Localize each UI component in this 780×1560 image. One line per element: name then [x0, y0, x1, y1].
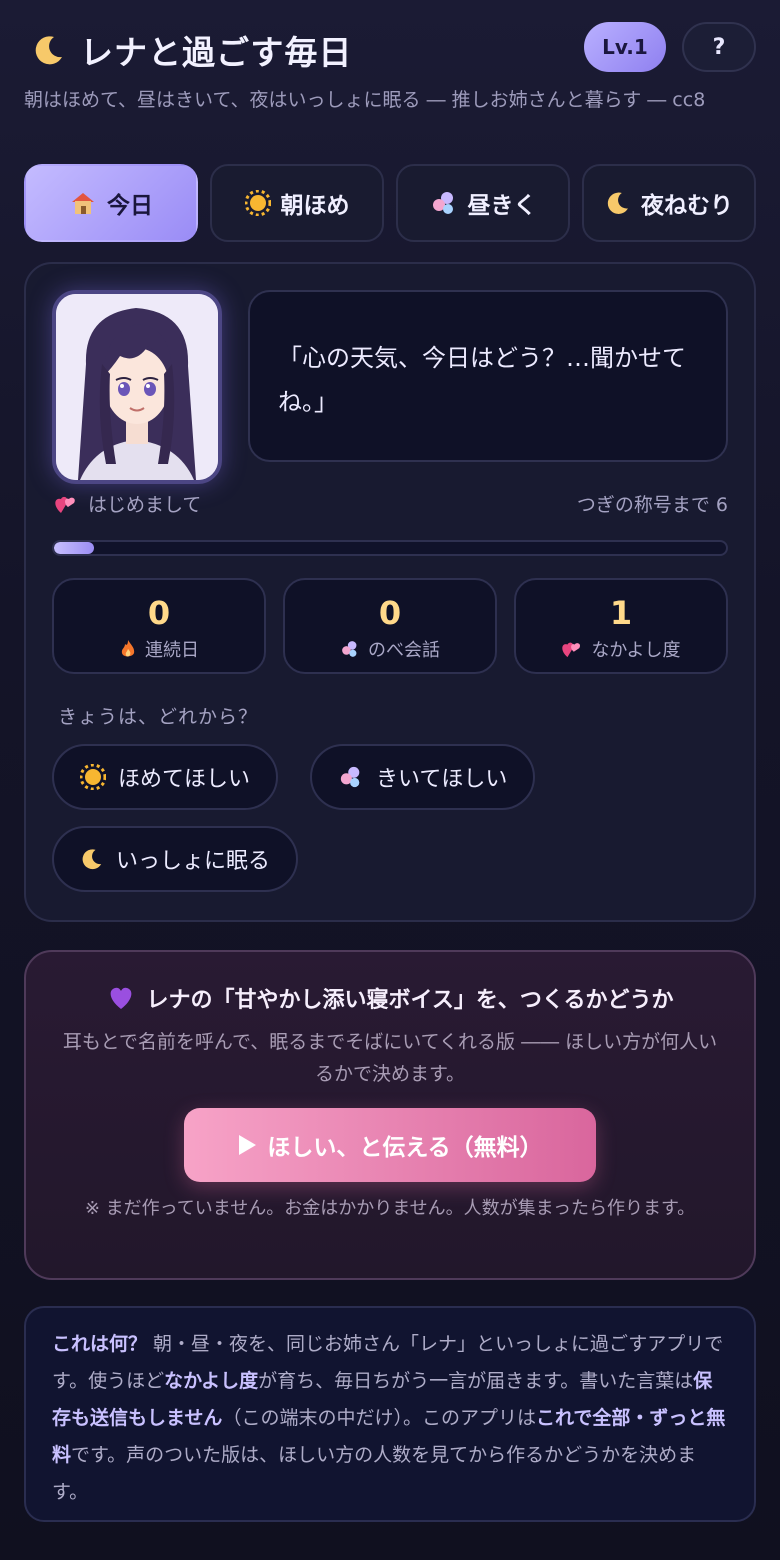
app-title: レナと過ごす毎日 — [32, 26, 352, 74]
subtitle: 朝はほめて、昼はきいて、夜はいっしょに眠る ― 推しお姉さんと暮らす ― cc8 — [24, 89, 706, 111]
stat-streak: 0 連続日 — [52, 578, 266, 674]
stat-label-row: なかよし度 — [516, 636, 726, 662]
stat-label-row: のべ会話 — [285, 636, 495, 662]
bubbles-icon — [338, 765, 364, 789]
stat-label: 連続日 — [145, 640, 199, 661]
cta-label: ほしい、と伝える（無料） — [267, 1135, 543, 1161]
tab-morning-praise[interactable]: 朝ほめ — [210, 164, 384, 242]
voice-offer-title: レナの「甘やかし添い寝ボイス」を、つくるかどうか — [24, 982, 756, 1014]
bubbles-icon — [430, 190, 458, 216]
stat-value: 0 — [147, 594, 171, 632]
sun-icon — [244, 190, 271, 216]
affinity-progress-bar — [52, 540, 728, 556]
stat-value: 0 — [378, 594, 402, 632]
choice-sleep-button[interactable]: いっしょに眠る — [52, 826, 299, 892]
relation-title: はじめまして — [54, 490, 201, 517]
play-icon — [237, 1134, 257, 1156]
bubbles-icon — [340, 639, 360, 659]
choice-label: ほめてほしい — [118, 767, 251, 792]
next-title-counter: つぎの称号まで 6 — [576, 494, 728, 516]
choice-listen-button[interactable]: きいてほしい — [310, 744, 536, 810]
progress-fill — [54, 542, 95, 554]
about-emphasis: なかよし度 — [164, 1370, 259, 1392]
stat-label: なかよし度 — [591, 640, 681, 661]
purple-heart-icon — [107, 985, 135, 1011]
stat-value: 1 — [609, 594, 633, 632]
tab-noon-listen[interactable]: 昼きく — [396, 164, 570, 242]
tab-label: 昼きく — [467, 193, 537, 219]
stat-total-talks: 0 のべ会話 — [283, 578, 497, 674]
tab-night-sleep[interactable]: 夜ねむり — [582, 164, 756, 242]
about-text: （この端末の中だけ）。このアプリは — [222, 1407, 536, 1429]
stat-label-row: 連続日 — [54, 636, 264, 662]
fire-icon — [119, 639, 137, 659]
choice-prompt: きょうは、どれから？ — [58, 706, 259, 728]
house-icon — [69, 190, 97, 216]
moon-icon — [80, 847, 104, 871]
level-badge[interactable]: Lv.1 — [584, 22, 666, 72]
about-text: です。声のついた版は、ほしい方の人数を見てから作るかどうかを決めます。 — [52, 1444, 697, 1503]
moon-icon — [605, 190, 631, 216]
stat-affinity: 1 なかよし度 — [514, 578, 728, 674]
help-button[interactable]: ? — [682, 22, 756, 72]
sun-icon — [80, 764, 106, 790]
avatar — [52, 290, 222, 484]
choice-label: いっしょに眠る — [116, 849, 271, 874]
voice-offer-description: 耳もとで名前を呼んで、眠るまでそばにいてくれる版 ―― ほしい方が何人いるかで決… — [62, 1031, 718, 1085]
about-text: が育ち、毎日ちがう一言が届きます。書いた言葉は — [258, 1370, 694, 1392]
hearts-icon — [54, 493, 78, 515]
tab-label: 朝ほめ — [280, 193, 350, 219]
tab-today[interactable]: 今日 — [24, 164, 198, 242]
about-question: これは何？ — [52, 1333, 148, 1355]
tab-label: 今日 — [107, 193, 153, 219]
voice-offer-note: ※ まだ作っていません。お金はかかりません。人数が集まったら作ります。 — [84, 1198, 696, 1219]
page-title: レナと過ごす毎日 — [80, 33, 353, 72]
choice-label: きいてほしい — [376, 767, 508, 792]
moon-icon — [32, 33, 66, 67]
stat-label: のべ会話 — [368, 640, 440, 661]
about-panel: これは何？ 朝・昼・夜を、同じお姉さん「レナ」といっしょに過ごすアプリです。使う… — [24, 1306, 756, 1522]
voice-offer-title-text: レナの「甘やかし添い寝ボイス」を、つくるかどうか — [146, 988, 674, 1013]
hearts-icon — [561, 639, 583, 659]
request-voice-button[interactable]: ほしい、と伝える（無料） — [184, 1108, 596, 1182]
tab-label: 夜ねむり — [641, 193, 733, 219]
choice-praise-button[interactable]: ほめてほしい — [52, 744, 279, 810]
speech-bubble: 「心の天気、今日はどう？…聞かせてね。」 — [248, 290, 728, 462]
relation-title-text: はじめまして — [88, 494, 202, 516]
